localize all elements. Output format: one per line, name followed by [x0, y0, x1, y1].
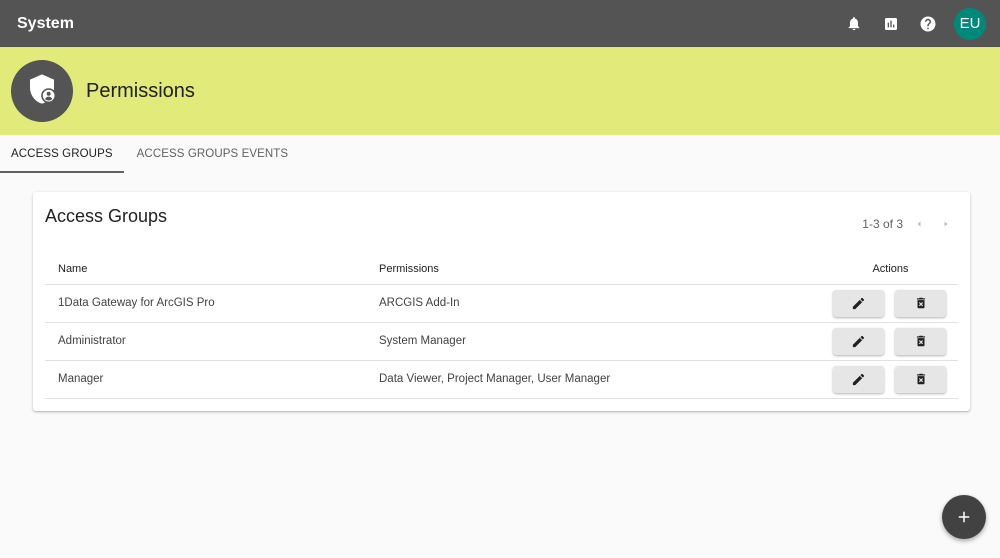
- cell-permissions: ARCGIS Add-In: [366, 284, 823, 323]
- cell-name: Manager: [45, 360, 366, 399]
- column-header-name[interactable]: Name: [45, 255, 366, 285]
- edit-button[interactable]: [833, 289, 884, 317]
- help-icon[interactable]: [917, 13, 939, 35]
- chevron-left-icon: [917, 221, 921, 227]
- bell-icon[interactable]: [843, 13, 865, 35]
- cell-name: 1Data Gateway for ArcGIS Pro: [45, 284, 366, 323]
- delete-button[interactable]: [895, 289, 946, 317]
- column-header-actions: Actions: [823, 255, 958, 285]
- shield-user-icon: [26, 73, 58, 110]
- previous-page-button[interactable]: [908, 216, 930, 232]
- table-row[interactable]: 1Data Gateway for ArcGIS Pro ARCGIS Add-…: [45, 284, 958, 323]
- page-title: Permissions: [86, 79, 195, 102]
- pencil-icon: [852, 297, 865, 309]
- access-groups-card: Access Groups 1-3 of 3 Name Permissions …: [33, 192, 970, 411]
- cell-actions: [823, 284, 958, 323]
- edit-button[interactable]: [833, 327, 884, 355]
- app-title: System: [17, 14, 74, 32]
- cell-permissions: System Manager: [366, 322, 823, 361]
- delete-button[interactable]: [895, 327, 946, 355]
- column-header-permissions[interactable]: Permissions: [366, 255, 823, 285]
- delete-forever-icon: [916, 335, 925, 347]
- pagination-range: 1-3 of 3: [862, 217, 903, 231]
- tab-access-groups-events[interactable]: ACCESS GROUPS EVENTS: [124, 135, 300, 173]
- card-title: Access Groups: [45, 206, 168, 226]
- add-access-group-button[interactable]: [942, 495, 986, 539]
- edit-button[interactable]: [833, 365, 884, 393]
- page-header-banner: Permissions: [0, 47, 1000, 135]
- cell-permissions: Data Viewer, Project Manager, User Manag…: [366, 360, 823, 399]
- delete-forever-icon: [916, 297, 925, 309]
- table-row[interactable]: Manager Data Viewer, Project Manager, Us…: [45, 360, 958, 399]
- access-groups-table: Name Permissions Actions 1Data Gateway f…: [45, 255, 958, 399]
- pagination: 1-3 of 3: [862, 216, 957, 232]
- add-icon: [958, 511, 970, 523]
- user-avatar[interactable]: EU: [954, 7, 986, 40]
- page-icon-badge: [11, 60, 73, 122]
- tab-access-groups[interactable]: ACCESS GROUPS: [0, 135, 124, 173]
- cell-actions: [823, 360, 958, 399]
- chevron-right-icon: [944, 221, 948, 227]
- table-row[interactable]: Administrator System Manager: [45, 322, 958, 361]
- cell-actions: [823, 322, 958, 361]
- delete-button[interactable]: [895, 365, 946, 393]
- top-app-bar: System EU: [0, 0, 1000, 47]
- table-header-row: Name Permissions Actions: [45, 255, 958, 285]
- tab-bar: ACCESS GROUPS ACCESS GROUPS EVENTS: [0, 135, 1000, 173]
- delete-forever-icon: [916, 373, 925, 385]
- next-page-button[interactable]: [935, 216, 957, 232]
- bar-chart-icon[interactable]: [880, 13, 902, 35]
- cell-name: Administrator: [45, 322, 366, 361]
- pencil-icon: [852, 335, 865, 347]
- pencil-icon: [852, 373, 865, 385]
